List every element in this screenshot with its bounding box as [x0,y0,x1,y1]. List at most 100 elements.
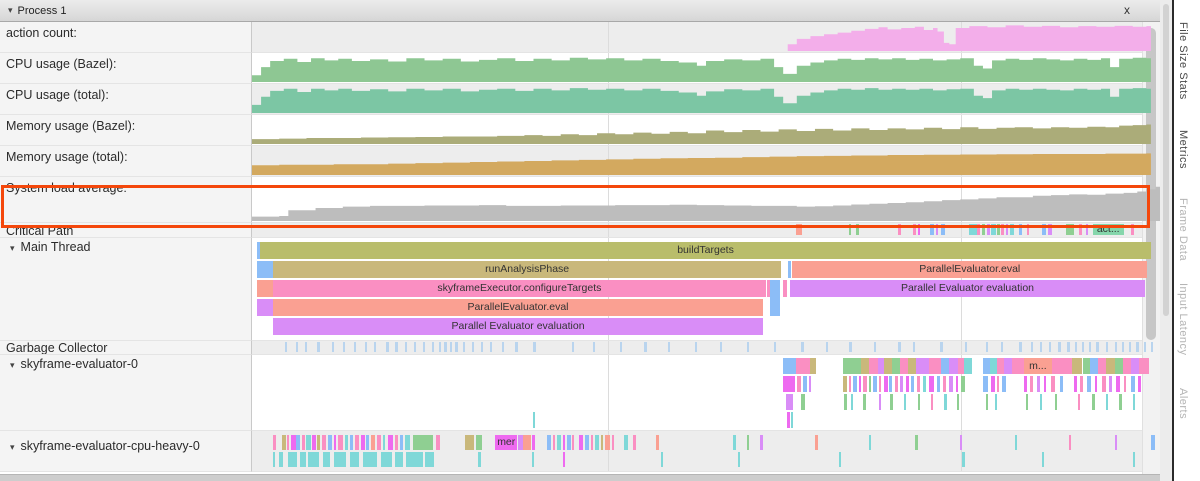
trace-block[interactable] [695,342,697,352]
trace-block[interactable] [900,376,903,392]
trace-block[interactable] [1040,394,1042,410]
trace-block[interactable] [1060,376,1063,392]
trace-block[interactable] [982,224,985,235]
trace-block[interactable] [1026,394,1029,410]
trace-block[interactable] [567,435,571,450]
trace-block[interactable] [523,435,530,450]
trace-block[interactable] [770,280,780,316]
trace-block[interactable] [1098,358,1106,374]
tab-input-latency[interactable]: Input Latency [1177,283,1189,356]
trace-block[interactable] [898,342,900,352]
trace-block[interactable] [585,435,589,450]
trace-block[interactable] [350,435,353,450]
critical-path-track[interactable]: act... [252,223,1160,238]
trace-block[interactable] [300,452,305,467]
trace-block[interactable] [1106,358,1114,374]
close-button[interactable]: x [1120,1,1134,19]
trace-block[interactable] [747,342,749,352]
trace-block[interactable] [783,358,796,374]
trace-block[interactable] [1122,342,1124,352]
trace-block[interactable] [929,358,942,374]
trace-block[interactable] [312,435,316,450]
collapse-arrow-icon[interactable]: ▾ [10,442,15,452]
trace-block[interactable] [633,435,636,450]
trace-block[interactable] [444,342,446,352]
trace-block[interactable] [563,435,566,450]
trace-block[interactable] [960,435,962,450]
trace-block[interactable] [1001,224,1004,235]
trace-block[interactable] [849,224,852,235]
trace-block[interactable] [1106,342,1108,352]
trace-block[interactable] [786,394,793,410]
trace-block[interactable] [257,280,272,297]
trace-block[interactable] [1089,342,1091,352]
trace-block[interactable] [826,342,828,352]
trace-block[interactable] [1133,394,1135,410]
trace-block[interactable] [1092,394,1095,410]
trace-block[interactable] [363,452,378,467]
trace-block[interactable] [1151,435,1155,450]
trace-block[interactable] [1131,358,1139,374]
trace-block[interactable] [1019,224,1022,235]
trace-block[interactable] [884,376,888,392]
skyframe-evaluator-cpu-heavy-0-track[interactable]: mer [252,431,1160,472]
trace-block[interactable] [889,376,892,392]
trace-block[interactable] [624,435,628,450]
trace-block[interactable] [354,342,356,352]
trace-block[interactable] [853,376,857,392]
trace-block[interactable] [895,376,899,392]
trace-block[interactable] [532,452,535,467]
trace-block[interactable] [414,342,416,352]
trace-block[interactable] [405,435,410,450]
trace-block[interactable] [405,342,407,352]
trace-block[interactable] [306,435,311,450]
trace-block[interactable] [472,342,474,352]
trace-block[interactable] [944,394,947,410]
trace-block[interactable] [1055,394,1058,410]
trace-block[interactable] [1015,435,1018,450]
trace-block[interactable] [900,358,907,374]
trace-block[interactable] [1030,376,1033,392]
trace-block[interactable] [931,394,933,410]
action-count-chart[interactable] [252,22,1160,53]
trace-block[interactable] [1133,452,1136,467]
trace-block[interactable] [291,435,296,450]
trace-block[interactable] [796,358,811,374]
trace-block[interactable] [787,412,791,428]
trace-block[interactable] [873,376,877,392]
trace-block[interactable] [1144,342,1146,352]
trace-block[interactable] [395,435,399,450]
trace-block[interactable] [296,435,300,450]
trace-block[interactable] [869,358,878,374]
trace-block[interactable] [423,342,425,352]
trace-block[interactable] [381,452,392,467]
trace-block[interactable] [1102,376,1106,392]
trace-block[interactable] [257,261,272,278]
trace-block[interactable] [930,224,934,235]
trace-block[interactable]: runAnalysisPhase [273,261,781,278]
trace-block[interactable] [287,435,290,450]
trace-block[interactable] [285,342,287,352]
trace-block[interactable] [1123,358,1131,374]
trace-block[interactable] [941,358,949,374]
trace-block[interactable] [302,435,305,450]
skyframe-evaluator-0-track[interactable]: m... [252,355,1160,431]
trace-block[interactable] [783,280,787,297]
row-label-skyframe-evaluator-0[interactable]: ▾skyframe-evaluator-0 [0,355,252,431]
tab-alerts[interactable]: Alerts [1177,388,1189,419]
trace-block[interactable] [941,224,945,235]
trace-block[interactable] [305,342,307,352]
trace-block[interactable] [463,342,465,352]
trace-block[interactable] [962,452,965,467]
trace-block[interactable] [990,358,997,374]
trace-block[interactable] [1086,224,1089,235]
trace-block[interactable] [791,412,793,428]
trace-block[interactable] [849,376,852,392]
trace-block[interactable] [856,224,859,235]
trace-block[interactable] [478,452,481,467]
collapse-arrow-icon[interactable]: ▾ [10,243,15,253]
trace-block[interactable] [1082,342,1084,352]
trace-block[interactable] [334,452,347,467]
trace-block[interactable] [620,342,622,352]
trace-block[interactable] [783,376,795,392]
